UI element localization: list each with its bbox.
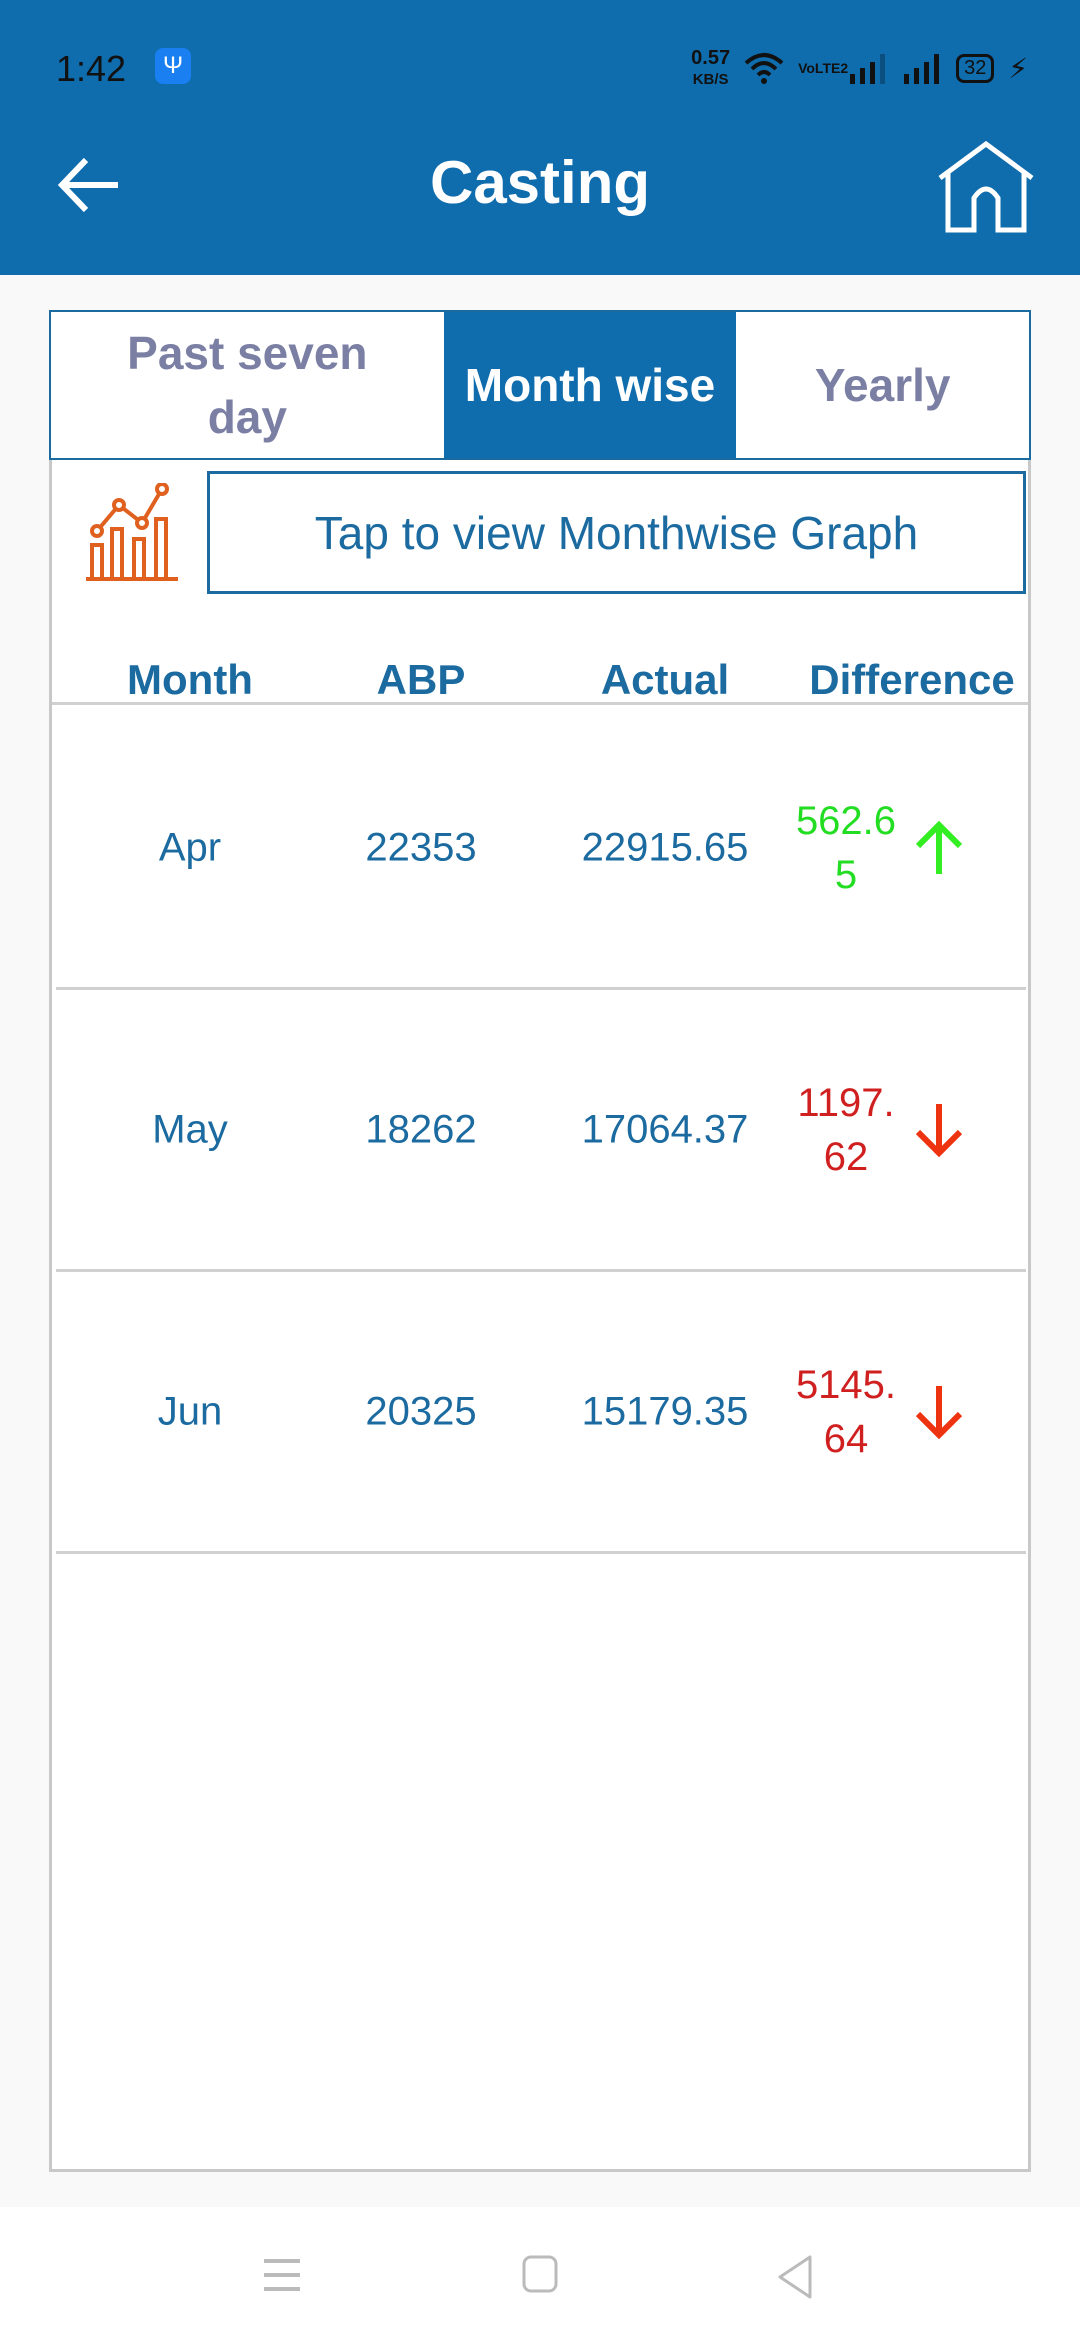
table-header: Month ABP Actual Difference <box>52 648 1028 705</box>
network-speed: 0.57 KB/S <box>691 48 730 88</box>
signal-icon <box>850 54 886 84</box>
cell-actual: 17064.37 <box>581 1107 749 1151</box>
cell-abp: 18262 <box>365 1107 477 1151</box>
content-card: Past seven day Month wise Yearly Tap to … <box>49 310 1031 2172</box>
charging-icon: ⚡ <box>1008 52 1028 84</box>
signal-icon <box>904 54 940 84</box>
arrow-up-icon <box>915 820 963 874</box>
cell-month: Jun <box>157 1389 223 1433</box>
column-month: Month <box>127 656 253 703</box>
back-nav-icon[interactable] <box>776 2255 814 2299</box>
cell-actual: 22915.65 <box>581 825 749 869</box>
tab-bar: Past seven day Month wise Yearly <box>49 310 1031 460</box>
table-row: May 18262 17064.37 1197.62 <box>56 990 1026 1272</box>
home-icon[interactable] <box>936 140 1036 235</box>
chart-icon[interactable] <box>82 483 182 583</box>
arrow-down-icon <box>915 1385 963 1439</box>
cell-difference: 5145.64 <box>795 1362 897 1461</box>
cell-month: Apr <box>158 825 222 869</box>
speed-value: 0.57 <box>691 47 731 69</box>
tab-past-seven-day[interactable]: Past seven day <box>51 312 444 458</box>
page-title: Casting <box>429 149 651 216</box>
battery-indicator: 32 <box>956 53 995 83</box>
cell-difference: 1197.62 <box>797 1080 895 1179</box>
table-row: Apr 22353 22915.65 562.65 <box>56 708 1026 990</box>
usb-icon: Ψ <box>155 48 191 84</box>
column-abp: ABP <box>376 656 466 703</box>
arrow-down-icon <box>915 1103 963 1157</box>
speed-unit: KB/S <box>692 71 729 88</box>
app-bar: 1:42 Ψ 0.57 KB/S VoLTE2 32 ⚡ Casting <box>0 0 1080 275</box>
cell-month: May <box>152 1107 228 1151</box>
cell-actual: 15179.35 <box>581 1389 749 1433</box>
volte-label: VoLTE2 <box>798 60 849 76</box>
cell-abp: 22353 <box>365 825 477 869</box>
cell-abp: 20325 <box>365 1389 477 1433</box>
column-difference: Difference <box>809 656 1015 703</box>
cell-difference: 562.65 <box>795 798 897 897</box>
system-nav-bar <box>0 2207 1080 2340</box>
home-nav-icon[interactable] <box>522 2255 560 2295</box>
tab-month-wise[interactable]: Month wise <box>443 312 737 458</box>
view-monthwise-graph-button[interactable]: Tap to view Monthwise Graph <box>207 471 1026 594</box>
tab-yearly[interactable]: Yearly <box>736 312 1029 458</box>
menu-icon[interactable] <box>264 2255 302 2295</box>
table-row: Jun 20325 15179.35 5145.64 <box>56 1272 1026 1554</box>
status-time: 1:42 <box>56 48 127 89</box>
column-actual: Actual <box>600 656 730 703</box>
status-bar: 1:42 Ψ 0.57 KB/S VoLTE2 32 ⚡ <box>0 48 1080 89</box>
wifi-icon <box>744 53 784 84</box>
